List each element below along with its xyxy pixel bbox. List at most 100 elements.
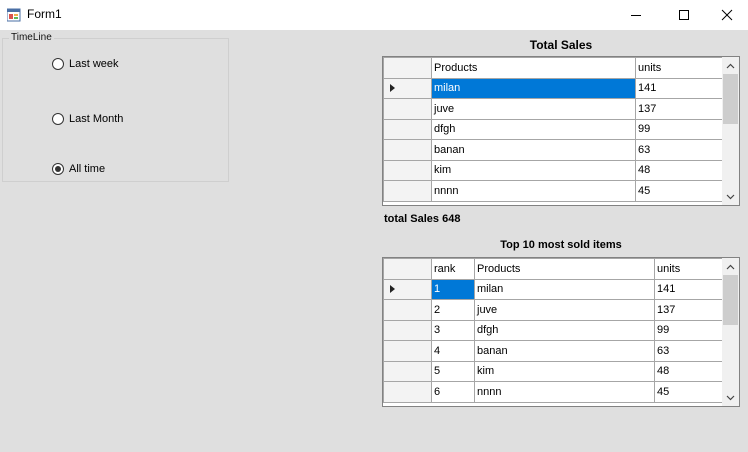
radio-circle[interactable] <box>52 58 64 70</box>
chevron-up-icon <box>726 63 735 68</box>
radio-last-week[interactable]: Last week <box>52 58 119 70</box>
table-cell[interactable]: kim <box>474 360 655 382</box>
row-header-corner <box>383 57 432 79</box>
radio-selected-dot <box>55 166 61 172</box>
table-cell[interactable]: 45 <box>635 180 725 202</box>
scroll-down-button[interactable] <box>722 389 739 406</box>
table-row[interactable]: 1 milan 141 <box>383 278 725 300</box>
table-row[interactable]: 5 kim 48 <box>383 360 725 382</box>
table-cell[interactable]: 4 <box>431 340 475 362</box>
table-cell[interactable]: 63 <box>654 340 725 362</box>
vertical-scrollbar[interactable] <box>722 258 739 406</box>
window-title: Form1 <box>27 7 62 21</box>
table-cell[interactable]: 137 <box>654 299 725 321</box>
column-header[interactable]: rank <box>431 258 475 280</box>
table-cell[interactable]: dfgh <box>474 319 655 341</box>
table-cell[interactable]: 48 <box>654 360 725 382</box>
row-header[interactable] <box>383 159 432 181</box>
scroll-thumb[interactable] <box>723 74 738 124</box>
table-row[interactable]: 3 dfgh 99 <box>383 319 725 341</box>
chevron-down-icon <box>726 395 735 400</box>
row-header[interactable] <box>383 118 432 140</box>
table-cell[interactable]: 48 <box>635 159 725 181</box>
table-cell[interactable]: kim <box>431 159 636 181</box>
table-cell[interactable]: 63 <box>635 139 725 161</box>
table-cell[interactable]: nnnn <box>431 180 636 202</box>
table-row[interactable]: juve 137 <box>383 98 725 120</box>
table-cell[interactable]: dfgh <box>431 118 636 140</box>
radio-circle[interactable] <box>52 113 64 125</box>
scroll-down-button[interactable] <box>722 188 739 205</box>
radio-all-time[interactable]: All time <box>52 163 105 175</box>
current-row-arrow-icon <box>390 84 395 93</box>
maximize-button[interactable] <box>661 0 707 30</box>
table-cell[interactable]: juve <box>431 98 636 120</box>
chevron-down-icon <box>726 194 735 199</box>
total-sales-grid[interactable]: Products units milan 141 juve 137 dfgh 9… <box>382 56 740 206</box>
table-cell[interactable]: 99 <box>635 118 725 140</box>
table-row[interactable]: 6 nnnn 45 <box>383 381 725 403</box>
row-header[interactable] <box>383 77 432 99</box>
table-cell[interactable]: 45 <box>654 381 725 403</box>
table-cell[interactable]: banan <box>474 340 655 362</box>
minimize-button[interactable] <box>613 0 659 30</box>
column-header[interactable]: units <box>635 57 725 79</box>
table-row[interactable]: dfgh 99 <box>383 118 725 140</box>
radio-last-month[interactable]: Last Month <box>52 113 123 125</box>
close-icon <box>721 9 733 21</box>
row-header[interactable] <box>383 360 432 382</box>
column-header[interactable]: Products <box>431 57 636 79</box>
column-header[interactable]: units <box>654 258 725 280</box>
table-row[interactable]: nnnn 45 <box>383 180 725 202</box>
table-cell[interactable]: 2 <box>431 299 475 321</box>
maximize-icon <box>679 10 689 20</box>
table-cell[interactable]: 141 <box>654 278 725 300</box>
table-cell[interactable]: 3 <box>431 319 475 341</box>
app-icon <box>7 8 21 22</box>
scroll-up-button[interactable] <box>722 258 739 275</box>
radio-label[interactable]: Last Month <box>69 113 123 125</box>
row-header[interactable] <box>383 98 432 120</box>
row-header[interactable] <box>383 278 432 300</box>
total-sales-title: Total Sales <box>529 38 593 52</box>
minimize-icon <box>631 15 641 16</box>
table-cell[interactable]: banan <box>431 139 636 161</box>
top10-grid[interactable]: rank Products units 1 milan 141 2 juve 1… <box>382 257 740 407</box>
row-header[interactable] <box>383 299 432 321</box>
column-header[interactable]: Products <box>474 258 655 280</box>
table-row[interactable]: 2 juve 137 <box>383 299 725 321</box>
table-cell[interactable]: 6 <box>431 381 475 403</box>
table-cell[interactable]: juve <box>474 299 655 321</box>
table-cell[interactable]: milan <box>474 278 655 300</box>
radio-circle[interactable] <box>52 163 64 175</box>
table-cell[interactable]: 99 <box>654 319 725 341</box>
top10-title: Top 10 most sold items <box>500 239 622 251</box>
row-header[interactable] <box>383 139 432 161</box>
table-cell[interactable]: 141 <box>635 77 725 99</box>
table-cell[interactable]: 1 <box>431 278 475 300</box>
timeline-groupbox: TimeLine Last week Last Month All time <box>2 32 229 182</box>
table-cell[interactable]: 5 <box>431 360 475 382</box>
radio-label[interactable]: Last week <box>69 58 119 70</box>
radio-label[interactable]: All time <box>69 163 105 175</box>
table-cell[interactable]: milan <box>431 77 636 99</box>
timeline-group-label: TimeLine <box>9 32 54 43</box>
row-header[interactable] <box>383 340 432 362</box>
row-header[interactable] <box>383 381 432 403</box>
scroll-up-button[interactable] <box>722 57 739 74</box>
table-row[interactable]: 4 banan 63 <box>383 340 725 362</box>
close-button[interactable] <box>704 0 748 30</box>
table-row[interactable]: kim 48 <box>383 159 725 181</box>
scroll-thumb[interactable] <box>723 275 738 325</box>
chevron-up-icon <box>726 264 735 269</box>
table-cell[interactable]: nnnn <box>474 381 655 403</box>
table-cell[interactable]: 137 <box>635 98 725 120</box>
row-header[interactable] <box>383 319 432 341</box>
total-sales-summary: total Sales 648 <box>384 213 461 225</box>
header-row: Products units <box>383 57 725 79</box>
table-row[interactable]: milan 141 <box>383 77 725 99</box>
table-row[interactable]: banan 63 <box>383 139 725 161</box>
vertical-scrollbar[interactable] <box>722 57 739 205</box>
row-header[interactable] <box>383 180 432 202</box>
row-header-corner <box>383 258 432 280</box>
